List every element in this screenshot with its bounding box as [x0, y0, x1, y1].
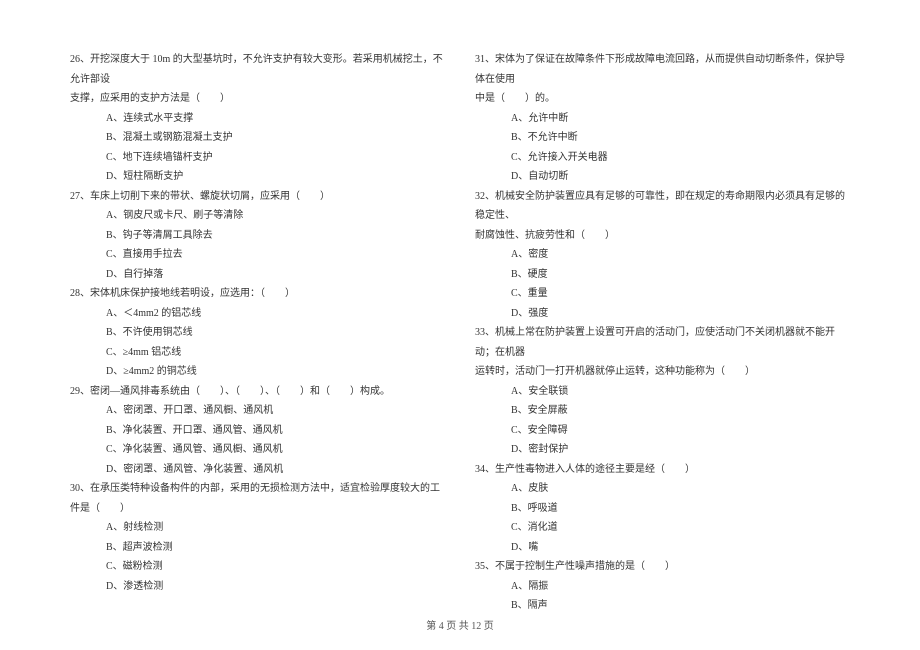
q26-text: 26、开挖深度大于 10m 的大型基坑时，不允许支护有较大变形。若采用机械挖土，… — [70, 50, 445, 89]
left-column: 26、开挖深度大于 10m 的大型基坑时，不允许支护有较大变形。若采用机械挖土，… — [70, 50, 445, 616]
q29-text: 29、密闭—通风排毒系统由（ ）、（ ）、（ ）和（ ）构成。 — [70, 382, 445, 402]
q32-c: C、重量 — [475, 284, 850, 304]
q31-text2: 中是（ ）的。 — [475, 89, 850, 109]
content-columns: 26、开挖深度大于 10m 的大型基坑时，不允许支护有较大变形。若采用机械挖土，… — [70, 50, 850, 616]
q30-text: 30、在承压类特种设备构件的内部，采用的无损检测方法中，适宜检验厚度较大的工件是… — [70, 479, 445, 518]
q28-a: A、＜4mm2 的铝芯线 — [70, 304, 445, 324]
q26-b: B、混凝土或钢筋混凝土支护 — [70, 128, 445, 148]
q34-b: B、呼吸道 — [475, 499, 850, 519]
q27-d: D、自行掉落 — [70, 265, 445, 285]
q35-a: A、隔振 — [475, 577, 850, 597]
q28-d: D、≥4mm2 的铜芯线 — [70, 362, 445, 382]
q35-b: B、隔声 — [475, 596, 850, 616]
q31-d: D、自动切断 — [475, 167, 850, 187]
q32-text: 32、机械安全防护装置应具有足够的可靠性，即在规定的寿命期限内必须具有足够的稳定… — [475, 187, 850, 226]
q31-text: 31、宋体为了保证在故障条件下形成故障电流回路，从而提供自动切断条件，保护导体在… — [475, 50, 850, 89]
q26-d: D、短柱隔断支护 — [70, 167, 445, 187]
q27-b: B、钩子等清屑工具除去 — [70, 226, 445, 246]
q34-a: A、皮肤 — [475, 479, 850, 499]
q27-a: A、钢皮尺或卡尺、刷子等清除 — [70, 206, 445, 226]
q31-a: A、允许中断 — [475, 109, 850, 129]
q35-text: 35、不属于控制生产性噪声措施的是（ ） — [475, 557, 850, 577]
q32-d: D、强度 — [475, 304, 850, 324]
q28-text: 28、宋体机床保护接地线若明设，应选用：（ ） — [70, 284, 445, 304]
q33-d: D、密封保护 — [475, 440, 850, 460]
q33-text2: 运转时，活动门一打开机器就停止运转，这种功能称为（ ） — [475, 362, 850, 382]
q29-d: D、密闭罩、通风管、净化装置、通风机 — [70, 460, 445, 480]
q27-text: 27、车床上切削下来的带状、螺旋状切屑，应采用（ ） — [70, 187, 445, 207]
page-footer: 第 4 页 共 12 页 — [0, 617, 920, 632]
q32-b: B、硬度 — [475, 265, 850, 285]
q32-text2: 耐腐蚀性、抗疲劳性和（ ） — [475, 226, 850, 246]
q30-c: C、磁粉检测 — [70, 557, 445, 577]
q30-b: B、超声波检测 — [70, 538, 445, 558]
q26-c: C、地下连续墙锚杆支护 — [70, 148, 445, 168]
q31-c: C、允许接入开关电器 — [475, 148, 850, 168]
q31-b: B、不允许中断 — [475, 128, 850, 148]
q28-c: C、≥4mm 铝芯线 — [70, 343, 445, 363]
q30-a: A、射线检测 — [70, 518, 445, 538]
q28-b: B、不许使用铜芯线 — [70, 323, 445, 343]
q33-text: 33、机械上常在防护装置上设置可开启的活动门，应使活动门不关闭机器就不能开动；在… — [475, 323, 850, 362]
q29-a: A、密闭罩、开口罩、通风橱、通风机 — [70, 401, 445, 421]
q33-a: A、安全联锁 — [475, 382, 850, 402]
q33-b: B、安全屏蔽 — [475, 401, 850, 421]
q34-c: C、消化道 — [475, 518, 850, 538]
q33-c: C、安全障碍 — [475, 421, 850, 441]
q30-d: D、渗透检测 — [70, 577, 445, 597]
q26-text2: 支撑，应采用的支护方法是（ ） — [70, 89, 445, 109]
q27-c: C、直接用手拉去 — [70, 245, 445, 265]
right-column: 31、宋体为了保证在故障条件下形成故障电流回路，从而提供自动切断条件，保护导体在… — [475, 50, 850, 616]
q26-a: A、连续式水平支撑 — [70, 109, 445, 129]
q29-c: C、净化装置、通风管、通风橱、通风机 — [70, 440, 445, 460]
q29-b: B、净化装置、开口罩、通风管、通风机 — [70, 421, 445, 441]
q34-d: D、嘴 — [475, 538, 850, 558]
q32-a: A、密度 — [475, 245, 850, 265]
q34-text: 34、生产性毒物进入人体的途径主要是经（ ） — [475, 460, 850, 480]
